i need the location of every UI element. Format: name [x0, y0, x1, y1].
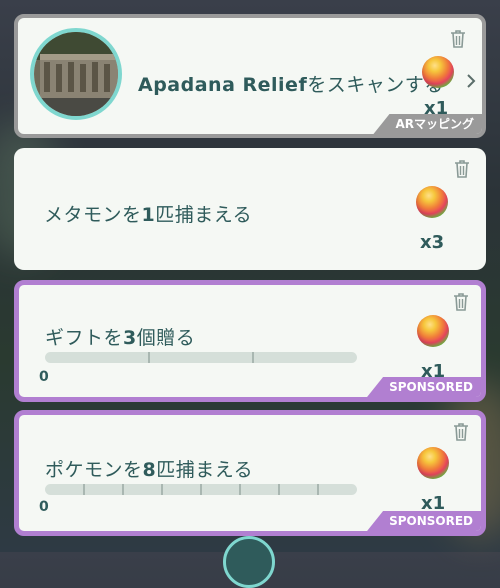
pokestop-name: Apadana Relief [138, 74, 308, 96]
sponsored-tag: SPONSORED [367, 511, 481, 531]
trash-icon[interactable] [448, 28, 468, 50]
chevron-right-icon[interactable] [464, 74, 478, 88]
research-card-catch-pokemon[interactable]: ポケモンを8匹捕まえる 0 x1 SPONSORED [14, 410, 486, 536]
rare-candy-icon [416, 186, 448, 218]
research-task-title: Apadana Reliefをスキャンする [138, 70, 444, 97]
research-task-title: メタモンを1匹捕まえる [44, 200, 252, 227]
task-text: メタモンを [44, 204, 142, 226]
task-number: 3 [123, 327, 137, 349]
progress-tick [122, 484, 124, 495]
ar-mapping-tag: ARマッピング [373, 114, 482, 134]
rare-candy-icon [417, 315, 449, 347]
pokestop-photo [30, 28, 122, 120]
progress-bar [45, 484, 357, 495]
trash-icon[interactable] [451, 421, 471, 443]
research-task-title: ポケモンを8匹捕まえる [45, 455, 253, 482]
research-card-ar-scan[interactable]: Apadana Reliefをスキャンする x1 ARマッピング [14, 14, 486, 138]
reward-count: x1 [421, 493, 446, 514]
sponsored-tag: SPONSORED [367, 377, 481, 397]
progress-tick [317, 484, 319, 495]
research-card-send-gifts[interactable]: ギフトを3個贈る 0 x1 SPONSORED [14, 280, 486, 402]
progress-value: 0 [39, 499, 49, 515]
research-card-catch-ditto[interactable]: メタモンを1匹捕まえる x3 [14, 148, 486, 270]
close-button[interactable] [223, 536, 275, 588]
progress-tick [148, 352, 150, 363]
progress-tick [252, 352, 254, 363]
progress-tick [278, 484, 280, 495]
rare-candy-icon [417, 447, 449, 479]
progress-tick [200, 484, 202, 495]
trash-icon[interactable] [452, 158, 472, 180]
task-number: 1 [141, 204, 156, 226]
trash-icon[interactable] [451, 291, 471, 313]
task-text: 匹捕まえる [156, 459, 254, 481]
progress-tick [161, 484, 163, 495]
progress-tick [83, 484, 85, 495]
progress-tick [239, 484, 241, 495]
task-text: ギフトを [45, 327, 124, 349]
rare-candy-icon [422, 56, 454, 88]
research-task-title: ギフトを3個贈る [45, 323, 195, 350]
task-text: 個贈る [136, 327, 196, 349]
reward-count: x3 [420, 232, 445, 253]
task-number: 8 [142, 459, 157, 481]
progress-value: 0 [39, 369, 49, 385]
progress-bar [45, 352, 357, 363]
task-text: 匹捕まえる [155, 204, 253, 226]
task-text: ポケモンを [45, 459, 143, 481]
